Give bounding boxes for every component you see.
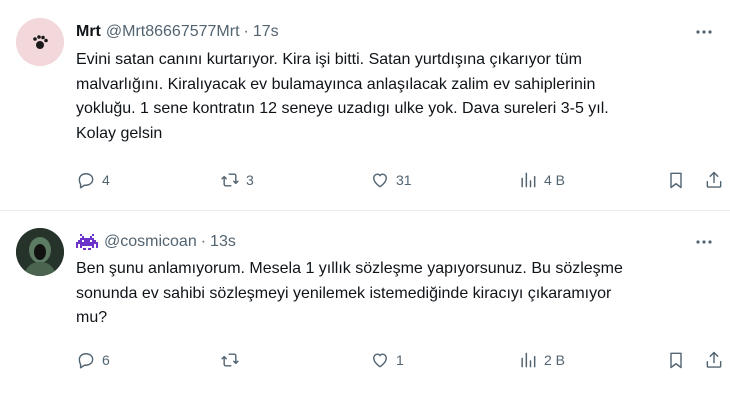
separator: ·	[243, 23, 249, 40]
avatar[interactable]	[16, 228, 64, 276]
share-button[interactable]	[704, 168, 724, 192]
timestamp[interactable]: 13s	[210, 232, 236, 252]
view-count: 4 B	[544, 172, 566, 188]
space-invader-emoji	[76, 234, 98, 250]
view-count: 2 B	[544, 352, 566, 368]
retweet-button[interactable]	[220, 348, 246, 372]
tweet-header: Mrt @Mrt86667577Mrt · 17s	[76, 22, 279, 42]
more-icon[interactable]	[694, 232, 714, 252]
reply-button[interactable]: 6	[76, 348, 110, 372]
reply-icon	[78, 353, 94, 369]
paw-icon	[16, 18, 64, 66]
tweet-actions: 4 3 31 4 B	[76, 168, 726, 192]
retweet-icon	[221, 353, 239, 367]
tweet-actions: 6 1 2 B	[76, 348, 726, 372]
tweet[interactable]: Mrt @Mrt86667577Mrt · 17s Evini satan ca…	[0, 0, 730, 211]
reply-count: 6	[102, 352, 110, 368]
share-icon	[706, 351, 722, 368]
retweet-icon	[221, 173, 239, 187]
tweet-text: Ben şunu anlamıyorum. Mesela 1 yıllık sö…	[76, 260, 623, 326]
like-count: 31	[396, 172, 412, 188]
tweet[interactable]: @cosmicoan · 13s Ben şunu anlamıyorum. M…	[0, 211, 730, 420]
tweet-text: Evini satan canını kurtarıyor. Kira işi …	[76, 51, 609, 142]
timestamp[interactable]: 17s	[253, 22, 279, 42]
more-icon[interactable]	[694, 22, 714, 42]
heart-icon	[373, 173, 387, 188]
share-icon	[706, 171, 722, 188]
reply-icon	[78, 173, 94, 189]
views-button[interactable]: 2 B	[518, 348, 565, 372]
reply-count: 4	[102, 172, 110, 188]
hooded-figure-icon	[16, 228, 64, 276]
bookmark-button[interactable]	[666, 348, 686, 372]
like-button[interactable]: 1	[370, 348, 404, 372]
bookmark-button[interactable]	[666, 168, 686, 192]
user-handle[interactable]: @cosmicoan	[104, 232, 197, 252]
like-count: 1	[396, 352, 404, 368]
tweet-header: @cosmicoan · 13s	[76, 232, 236, 252]
views-icon	[521, 352, 536, 368]
user-handle[interactable]: @Mrt86667577Mrt	[106, 22, 240, 42]
bookmark-icon	[670, 352, 682, 369]
separator: ·	[200, 233, 207, 250]
views-button[interactable]: 4 B	[518, 168, 565, 192]
retweet-count: 3	[246, 172, 254, 188]
views-icon	[521, 172, 536, 188]
bookmark-icon	[670, 172, 682, 189]
retweet-button[interactable]: 3	[220, 168, 254, 192]
heart-icon	[373, 353, 387, 368]
display-name[interactable]: Mrt	[76, 22, 101, 42]
like-button[interactable]: 31	[370, 168, 412, 192]
reply-button[interactable]: 4	[76, 168, 110, 192]
avatar[interactable]	[16, 18, 64, 66]
share-button[interactable]	[704, 348, 724, 372]
